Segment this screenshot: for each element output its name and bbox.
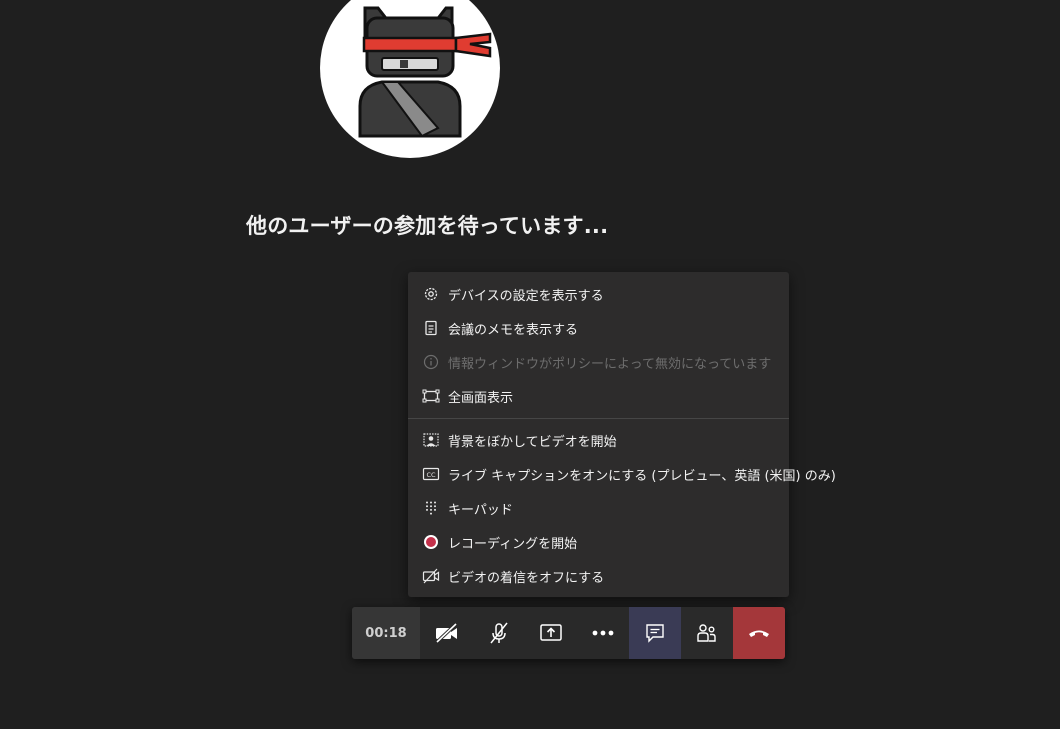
waiting-message: 他のユーザーの参加を待っています... bbox=[246, 214, 609, 238]
hang-up-icon bbox=[749, 630, 769, 637]
mic-off-icon bbox=[490, 622, 508, 644]
chat-button[interactable] bbox=[629, 607, 681, 659]
camera-toggle-button[interactable] bbox=[421, 607, 473, 659]
menu-item-label: ライブ キャプションをオンにする (プレビュー、英語 (米国) のみ) bbox=[448, 469, 836, 484]
fullscreen-icon bbox=[422, 389, 440, 403]
menu-item-keypad[interactable]: キーパッド bbox=[408, 493, 789, 523]
gear-icon bbox=[424, 287, 438, 301]
camera-off-icon bbox=[435, 622, 458, 644]
info-icon bbox=[423, 354, 439, 370]
menu-item-label: デバイスの設定を表示する bbox=[448, 289, 604, 304]
closed-captions-icon: CC bbox=[422, 467, 440, 481]
user-avatar bbox=[320, 0, 500, 158]
share-screen-button[interactable] bbox=[525, 607, 577, 659]
menu-item-turn-off-incoming-video[interactable]: ビデオの着信をオフにする bbox=[408, 561, 789, 591]
menu-item-live-captions[interactable]: CC ライブ キャプションをオンにする (プレビュー、英語 (米国) のみ) bbox=[408, 459, 836, 489]
menu-item-device-settings[interactable]: デバイスの設定を表示する bbox=[408, 279, 789, 309]
more-options-button[interactable] bbox=[577, 607, 629, 659]
chat-icon bbox=[646, 624, 664, 643]
participants-icon bbox=[697, 624, 716, 642]
call-controls-bar: 00:18 bbox=[352, 607, 785, 659]
menu-item-meeting-notes[interactable]: 会議のメモを表示する bbox=[408, 313, 789, 343]
menu-item-label: 会議のメモを表示する bbox=[448, 323, 579, 338]
menu-item-label: 全画面表示 bbox=[448, 391, 514, 406]
menu-divider bbox=[408, 418, 789, 419]
more-options-icon bbox=[592, 630, 614, 636]
blur-background-icon bbox=[423, 433, 439, 447]
notes-icon bbox=[425, 320, 437, 336]
menu-item-blur-background[interactable]: 背景をぼかしてビデオを開始 bbox=[408, 425, 789, 455]
mic-toggle-button[interactable] bbox=[473, 607, 525, 659]
menu-item-info-pane-disabled: 情報ウィンドウがポリシーによって無効になっています bbox=[408, 347, 789, 377]
menu-item-start-recording[interactable]: レコーディングを開始 bbox=[408, 527, 789, 557]
hang-up-button[interactable] bbox=[733, 607, 785, 659]
svg-text:CC: CC bbox=[426, 471, 436, 479]
ninja-cat-icon bbox=[358, 6, 492, 138]
participants-button[interactable] bbox=[681, 607, 733, 659]
call-timer: 00:18 bbox=[352, 607, 420, 659]
menu-item-label: ビデオの着信をオフにする bbox=[448, 571, 605, 586]
record-icon bbox=[424, 535, 438, 549]
video-off-icon bbox=[422, 568, 440, 584]
share-screen-icon bbox=[540, 624, 562, 641]
menu-item-label: レコーディングを開始 bbox=[448, 537, 578, 552]
keypad-icon bbox=[426, 501, 436, 515]
more-options-menu: デバイスの設定を表示する 会議のメモを表示する 情報ウィンドウがポリシーによって… bbox=[408, 272, 836, 597]
menu-item-fullscreen[interactable]: 全画面表示 bbox=[408, 381, 789, 411]
menu-item-label: キーパッド bbox=[448, 503, 513, 518]
menu-item-label: 情報ウィンドウがポリシーによって無効になっています bbox=[448, 357, 772, 372]
menu-item-label: 背景をぼかしてビデオを開始 bbox=[448, 435, 617, 450]
